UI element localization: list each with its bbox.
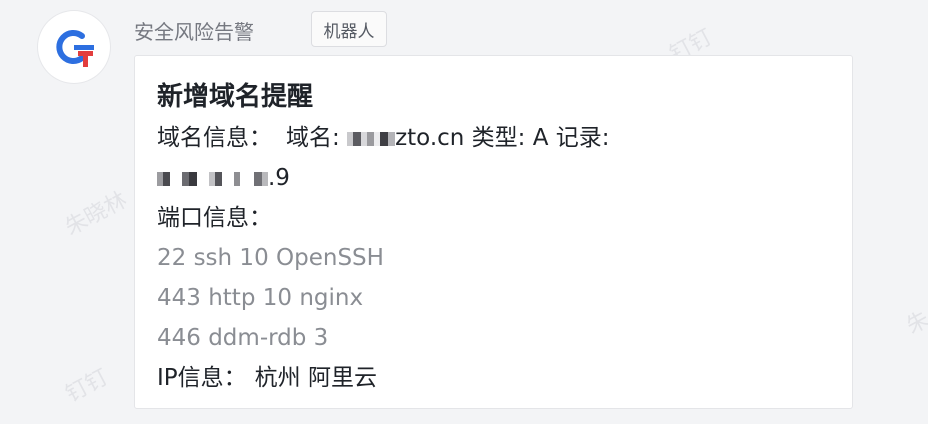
domain-value: zto.cn [395, 125, 465, 151]
type-label: 类型: [471, 125, 526, 151]
robot-tag: 机器人 [311, 11, 387, 47]
record-label: 记录: [555, 125, 610, 151]
message-card[interactable]: 新增域名提醒 域名信息： 域名: zto.cn 类型: A 记录: .9 端口信息… [134, 55, 853, 409]
domain-info-line: 域名信息： 域名: zto.cn 类型: A 记录: [157, 118, 830, 158]
sender-name: 安全风险告警 [134, 20, 254, 44]
ip-info-label: IP信息： [157, 365, 247, 391]
watermark: 朱 [902, 307, 928, 340]
record-value: .9 [268, 165, 290, 191]
port-item: 446 ddm-rdb 3 [157, 325, 329, 351]
redacted-mosaic [347, 131, 396, 146]
card-title: 新增域名提醒 [157, 82, 314, 112]
avatar[interactable] [38, 11, 110, 83]
port-item: 22 ssh 10 OpenSSH [157, 245, 384, 271]
ip-info-value: 杭州 阿里云 [254, 365, 377, 391]
record-value-line: .9 [157, 158, 830, 198]
redacted-mosaic [157, 171, 268, 186]
type-value: A [532, 125, 549, 151]
watermark: 朱晓林 [61, 187, 132, 241]
domain-name-label: 域名: [286, 125, 340, 151]
domain-info-label: 域名信息： [157, 125, 272, 151]
robot-logo-icon [56, 30, 94, 67]
watermark: 钉钉 [61, 364, 113, 408]
ports-label: 端口信息： [157, 205, 272, 231]
ip-info-line: IP信息： 杭州 阿里云 [157, 358, 830, 398]
port-item: 443 http 10 nginx [157, 285, 364, 311]
